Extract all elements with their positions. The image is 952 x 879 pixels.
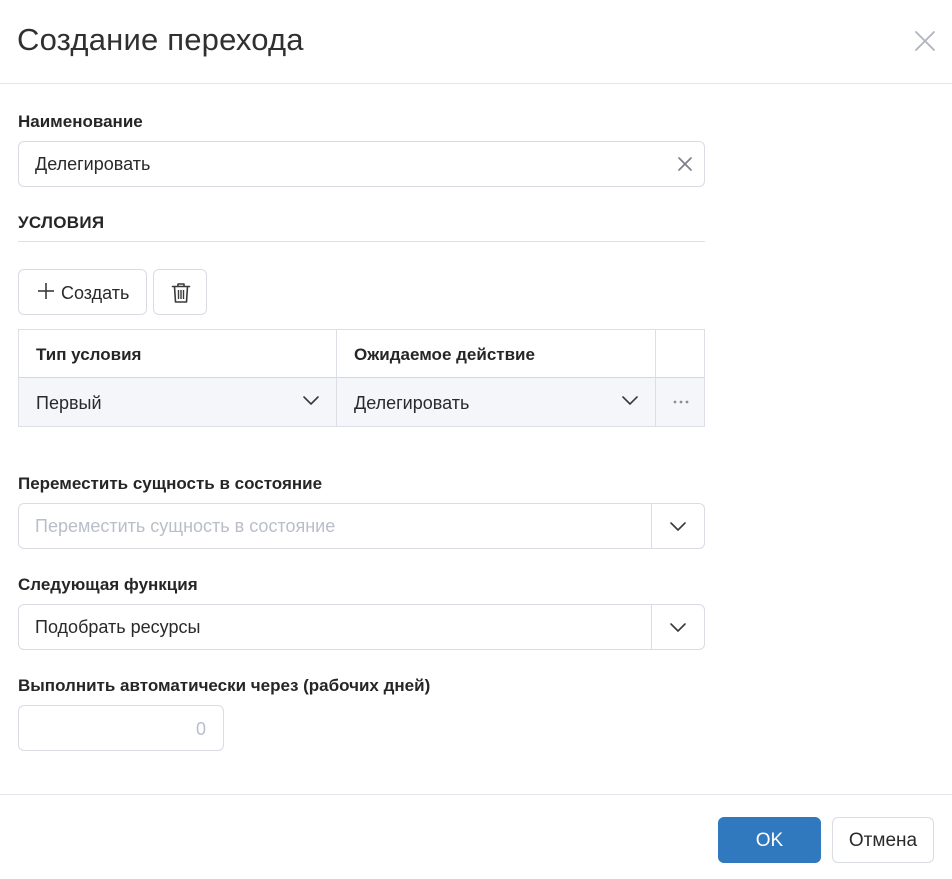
auto-execute-days-input[interactable]: 0	[18, 705, 224, 751]
expected-action-value: Делегировать	[354, 393, 470, 413]
trash-icon	[171, 283, 191, 303]
next-function-value: Подобрать ресурсы	[35, 617, 201, 637]
select-divider	[651, 504, 652, 548]
plus-icon	[37, 282, 55, 300]
dialog-header: Создание перехода	[0, 0, 952, 84]
conditions-section-title: УСЛОВИЯ	[18, 213, 105, 232]
chevron-down-icon[interactable]	[669, 520, 687, 532]
chevron-down-icon	[303, 396, 319, 405]
next-function-select[interactable]: Подобрать ресурсы	[18, 604, 705, 650]
delete-condition-button[interactable]	[153, 269, 207, 315]
move-state-select[interactable]: Переместить сущность в состояние	[18, 503, 705, 549]
dialog-title: Создание перехода	[17, 22, 304, 57]
move-state-label: Переместить сущность в состояние	[18, 474, 323, 493]
select-divider	[651, 605, 652, 649]
expected-action-select[interactable]: Делегировать	[337, 378, 656, 426]
close-icon[interactable]	[910, 26, 940, 56]
footer-divider	[0, 794, 952, 795]
conditions-table: Тип условия Ожидаемое действие Первый Де…	[18, 329, 705, 427]
create-transition-dialog: Создание перехода Наименование Делегиров…	[0, 0, 952, 879]
next-function-label: Следующая функция	[18, 575, 198, 594]
move-state-placeholder: Переместить сущность в состояние	[35, 516, 336, 536]
chevron-down-icon[interactable]	[669, 621, 687, 633]
auto-execute-label: Выполнить автоматически через (рабочих д…	[18, 676, 431, 695]
table-header-actions	[656, 330, 704, 378]
name-input-value[interactable]: Делегировать	[35, 154, 150, 175]
chevron-down-icon	[622, 396, 638, 405]
clear-icon[interactable]	[676, 155, 694, 173]
table-header-condition-type: Тип условия	[19, 330, 337, 378]
name-label: Наименование	[18, 112, 143, 131]
table-header-expected-action: Ожидаемое действие	[337, 330, 656, 378]
section-divider	[18, 241, 705, 242]
row-menu-button[interactable]	[656, 378, 704, 426]
condition-type-select[interactable]: Первый	[19, 378, 337, 426]
name-input[interactable]: Делегировать	[18, 141, 705, 187]
create-condition-button[interactable]: Создать	[18, 269, 147, 315]
create-button-label: Создать	[61, 283, 130, 303]
ok-button[interactable]: OK	[718, 817, 821, 863]
ellipsis-icon	[673, 400, 689, 404]
auto-execute-days-value[interactable]: 0	[196, 719, 206, 740]
cancel-button[interactable]: Отмена	[832, 817, 934, 863]
condition-type-value: Первый	[36, 393, 102, 413]
